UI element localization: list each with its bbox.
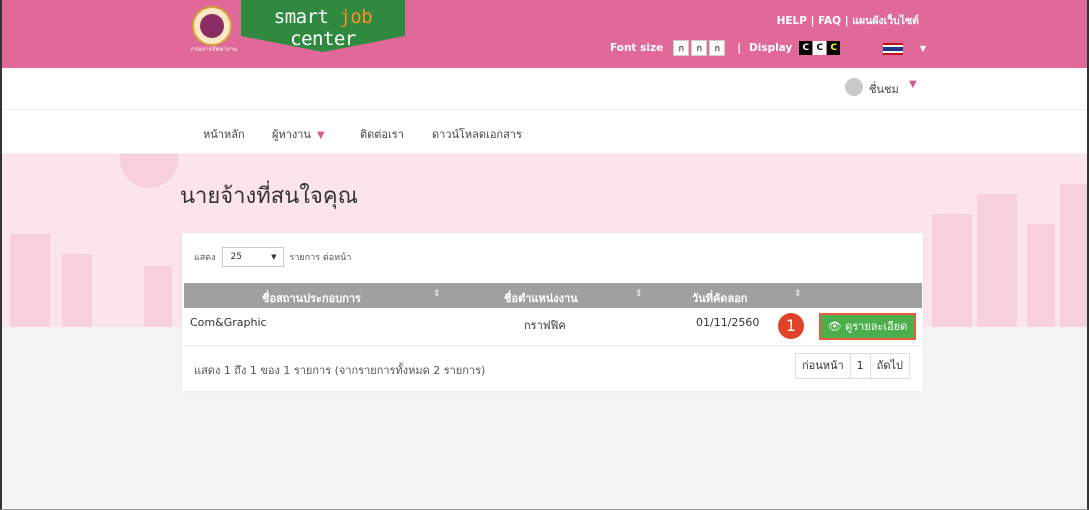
top-bar: กรมการจัดหางาน smart job center HELP | F… [2, 0, 1087, 68]
view-details-button[interactable]: 👁︎ ดูรายละเอียด [819, 313, 916, 340]
nav-item-contact[interactable]: ติดต่อเรา [360, 125, 404, 143]
sort-icon[interactable]: ⇕ [635, 289, 643, 299]
view-details-label: ดูรายละเอียด [845, 320, 908, 333]
cell-company: Com&Graphic [190, 316, 267, 329]
chevron-down-icon: ▼ [919, 44, 926, 53]
doe-emblem-logo[interactable]: กรมการจัดหางาน [191, 6, 237, 53]
user-name[interactable]: ชื่นชม [869, 80, 899, 98]
chevron-down-icon: ▼ [271, 253, 277, 261]
table-header: ชื่อสถานประกอบการ ⇕ ชื่อตำแหน่งงาน ⇕ วัน… [184, 283, 922, 308]
accessibility-controls: Font size ก ก ก | Display C C C [610, 40, 841, 56]
pagination-page-1[interactable]: 1 [851, 354, 871, 378]
display-label: Display [749, 42, 793, 54]
skyline-building [10, 234, 50, 327]
user-bar: ชื่นชม ▼ [2, 68, 1087, 110]
page-title: นายจ้างที่สนใจคุณ [180, 184, 358, 209]
column-header-company[interactable]: ชื่อสถานประกอบการ [262, 289, 361, 307]
brand-suffix: center [290, 28, 356, 50]
emblem-center [200, 14, 224, 38]
font-size-medium-button[interactable]: ก [691, 40, 708, 56]
page-length-control: แสดง 25 ▼ รายการ ต่อหน้า [194, 247, 351, 267]
eye-icon: 👁︎ [827, 320, 842, 333]
separator: | [737, 42, 742, 54]
table-row: Com&Graphic กราฟฟิค 01/11/2560 👁︎ ดูรายล… [184, 308, 922, 346]
display-default-button[interactable]: C [799, 41, 813, 55]
thai-flag-icon [883, 43, 903, 55]
skyline-lamp [120, 154, 178, 188]
nav-item-jobseeker-label: ผู้หางาน [272, 128, 311, 141]
nav-item-home[interactable]: หน้าหลัก [203, 125, 245, 143]
pagination-next-button[interactable]: ถัดไป [871, 354, 909, 378]
skyline-building [977, 194, 1017, 327]
cell-date: 01/11/2560 [696, 316, 760, 329]
pagination: ก่อนหน้า 1 ถัดไป [794, 353, 910, 379]
length-suffix: รายการ ต่อหน้า [289, 253, 352, 263]
font-size-label: Font size [610, 42, 664, 54]
brand-job: job [339, 6, 373, 28]
language-select[interactable]: ▼ [879, 38, 935, 58]
page-frame: กรมการจัดหางาน smart job center HELP | F… [0, 0, 1089, 510]
nav-item-download[interactable]: ดาวน์โหลดเอกสาร [432, 125, 522, 143]
column-header-position[interactable]: ชื่อตำแหน่งงาน [504, 289, 578, 307]
page-length-select[interactable]: 25 ▼ [221, 247, 284, 267]
skyline-building [1027, 224, 1055, 327]
pagination-prev-button[interactable]: ก่อนหน้า [796, 354, 851, 378]
cell-position: กราฟฟิค [524, 319, 566, 332]
chevron-down-icon: ▼ [316, 130, 325, 141]
avatar-icon[interactable] [845, 78, 863, 96]
display-contrast-button[interactable]: C [827, 41, 841, 55]
skyline-building [932, 214, 972, 327]
employers-card: แสดง 25 ▼ รายการ ต่อหน้า ชื่อสถานประกอบกา… [182, 233, 923, 391]
skyline-building [62, 254, 92, 327]
table-info: แสดง 1 ถึง 1 ของ 1 รายการ (จากรายการทั้ง… [194, 364, 486, 377]
column-header-date[interactable]: วันที่คัดลอก [692, 289, 747, 307]
display-white-button[interactable]: C [813, 41, 827, 55]
page-length-value: 25 [230, 252, 242, 262]
nav-item-jobseeker[interactable]: ผู้หางาน ▼ [272, 125, 325, 143]
sort-icon[interactable]: ⇕ [433, 289, 441, 299]
brand-text: smart job center [241, 6, 405, 50]
user-menu-caret-icon[interactable]: ▼ [909, 79, 917, 90]
font-size-small-button[interactable]: ก [673, 40, 690, 56]
skyline-building [1060, 184, 1087, 327]
skyline-building [144, 266, 172, 327]
step-number-badge: 1 [778, 313, 804, 339]
brand-prefix: smart [273, 6, 340, 28]
font-size-large-button[interactable]: ก [709, 40, 726, 56]
top-links[interactable]: HELP | FAQ | แผนผังเว็บไซต์ [777, 12, 919, 29]
emblem-text: กรมการจัดหางาน [190, 46, 238, 53]
smart-job-center-logo[interactable]: smart job center [241, 0, 405, 52]
length-prefix: แสดง [194, 253, 216, 263]
main-nav: หน้าหลัก ผู้หางาน ▼ ติดต่อเรา ดาวน์โหลดเอ… [2, 110, 1087, 154]
sort-icon[interactable]: ⇕ [794, 289, 802, 299]
